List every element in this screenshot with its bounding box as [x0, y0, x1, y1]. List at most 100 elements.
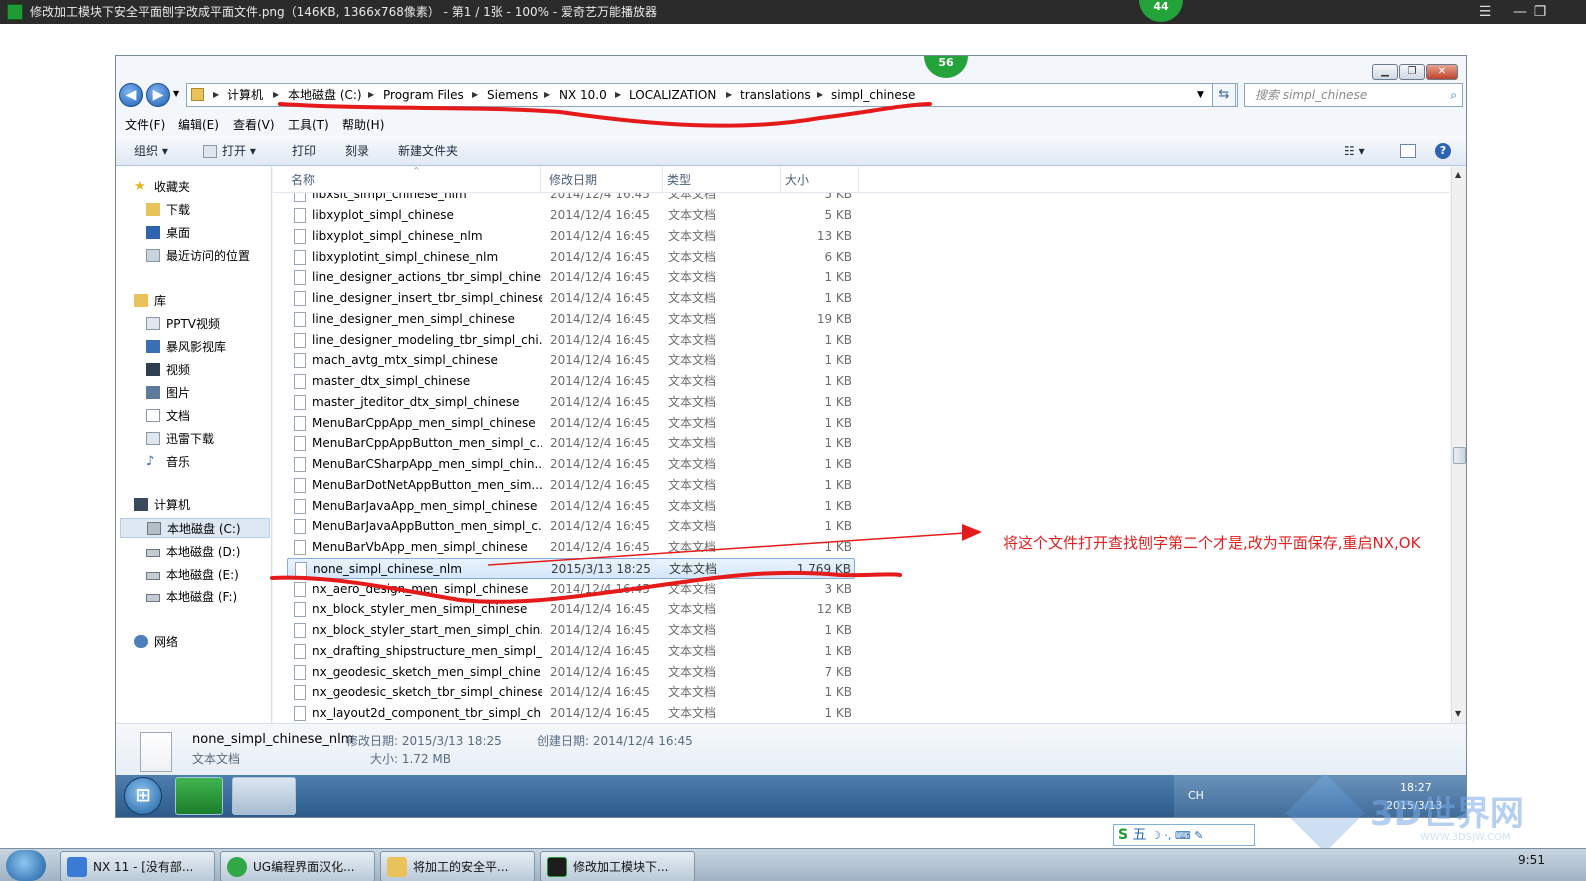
breadcrumb-program-files[interactable]: Program Files: [383, 84, 464, 106]
scroll-up-icon[interactable]: ▲: [1455, 170, 1461, 179]
nav-lib-xunlei[interactable]: 迅雷下载: [146, 429, 214, 449]
recent-pages-dropdown-icon[interactable]: ▼: [173, 89, 179, 98]
nav-drive-d[interactable]: 本地磁盘 (D:): [146, 542, 240, 562]
nav-network[interactable]: 网络: [134, 632, 178, 652]
breadcrumb-nx10[interactable]: NX 10.0: [559, 84, 607, 106]
nav-computer[interactable]: 计算机: [134, 495, 190, 515]
ime-moon-icon[interactable]: ☽ ·, ⌨ ✎: [1151, 829, 1203, 842]
inner-start-button[interactable]: ⊞: [124, 777, 162, 815]
file-row[interactable]: MenuBarVbApp_men_simpl_chinese 2014/12/4 …: [287, 537, 855, 558]
nav-lib-documents[interactable]: 文档: [146, 406, 190, 426]
column-header-size[interactable]: 大小: [781, 167, 859, 193]
breadcrumb-drive-c[interactable]: 本地磁盘 (C:): [288, 84, 362, 106]
file-row[interactable]: mach_avtg_mtx_simpl_chinese 2014/12/4 16:…: [287, 350, 855, 371]
inner-taskbar-app-button[interactable]: [175, 777, 223, 815]
column-header-date[interactable]: 修改日期: [545, 167, 663, 193]
minimize-button[interactable]: ▁: [1372, 64, 1398, 80]
nav-lib-music[interactable]: ♪ 音乐: [146, 452, 190, 472]
print-button[interactable]: 打印: [292, 136, 316, 166]
file-name: nx_layout2d_component_tbr_simpl_ch...: [312, 706, 542, 720]
file-row[interactable]: line_designer_actions_tbr_simpl_chine...…: [287, 267, 855, 288]
taskbar-item-folder[interactable]: 将加工的安全平...: [380, 851, 535, 881]
file-row[interactable]: nx_block_styler_men_simpl_chinese 2014/12…: [287, 599, 855, 620]
menu-help[interactable]: 帮助(H): [342, 114, 384, 136]
breadcrumb-computer[interactable]: 计算机: [227, 84, 263, 106]
file-row[interactable]: MenuBarCppAppButton_men_simpl_c... 2014/1…: [287, 433, 855, 454]
nav-drive-f[interactable]: 本地磁盘 (F:): [146, 587, 237, 607]
inner-tray-lang[interactable]: CH: [1188, 789, 1204, 802]
file-row[interactable]: MenuBarCSharpApp_men_simpl_chin... 2014/1…: [287, 454, 855, 475]
file-list-scrollbar[interactable]: ▲ ▼: [1451, 167, 1466, 723]
file-row[interactable]: none_simpl_chinese_nlm 2015/3/13 18:25 文本文…: [287, 557, 855, 579]
preview-pane-button[interactable]: [1400, 144, 1416, 158]
scrollbar-thumb[interactable]: [1453, 447, 1466, 464]
nav-downloads[interactable]: 下载: [146, 200, 190, 220]
start-button[interactable]: [6, 850, 46, 881]
viewer-menu-button[interactable]: ☰: [1470, 0, 1500, 24]
change-view-button[interactable]: ☷ ▾: [1344, 136, 1365, 166]
file-row[interactable]: nx_layout2d_component_tbr_simpl_ch... 201…: [287, 703, 855, 723]
search-input[interactable]: 搜索 simpl_chinese ⌕: [1244, 83, 1463, 107]
file-row[interactable]: nx_block_styler_start_men_simpl_chin... 2…: [287, 620, 855, 641]
viewer-maximize-button[interactable]: ❐: [1525, 0, 1555, 24]
address-dropdown-icon[interactable]: ▼: [1197, 84, 1204, 106]
menu-file[interactable]: 文件(F): [125, 114, 165, 136]
search-icon[interactable]: ⌕: [1450, 84, 1457, 106]
ime-mode[interactable]: 五: [1133, 827, 1147, 843]
nav-drive-e[interactable]: 本地磁盘 (E:): [146, 565, 239, 585]
address-bar[interactable]: ▶ 计算机 ▶ 本地磁盘 (C:) ▶ Program Files ▶ Siem…: [186, 83, 1238, 107]
inner-taskbar-explorer-button[interactable]: [232, 777, 296, 815]
nav-lib-videos[interactable]: 视频: [146, 360, 190, 380]
file-row[interactable]: libxyplot_simpl_chinese_nlm 2014/12/4 16:…: [287, 226, 855, 247]
nav-libraries[interactable]: 库: [134, 291, 166, 311]
ime-toolbar[interactable]: S 五 ☽ ·, ⌨ ✎: [1113, 824, 1255, 846]
file-row[interactable]: master_dtx_simpl_chinese 2014/12/4 16:45 文…: [287, 371, 855, 392]
menu-edit[interactable]: 编辑(E): [178, 114, 219, 136]
breadcrumb-localization[interactable]: LOCALIZATION: [629, 84, 716, 106]
close-button[interactable]: ✕: [1426, 64, 1458, 80]
new-folder-button[interactable]: 新建文件夹: [398, 136, 458, 166]
file-row[interactable]: nx_aero_design_men_simpl_chinese 2014/12/…: [287, 579, 855, 600]
breadcrumb-simpl-chinese[interactable]: simpl_chinese: [831, 84, 915, 106]
refresh-button[interactable]: ⇆: [1212, 83, 1236, 107]
file-row[interactable]: MenuBarJavaApp_men_simpl_chinese 2014/12/…: [287, 496, 855, 517]
file-row[interactable]: nx_geodesic_sketch_men_simpl_chine... 201…: [287, 662, 855, 683]
help-icon[interactable]: ?: [1435, 143, 1451, 159]
file-row-partial[interactable]: libxslt_simpl_chinese_nlm 2014/12/4 16:4…: [287, 193, 855, 205]
file-row[interactable]: MenuBarJavaAppButton_men_simpl_c... 2014/…: [287, 516, 855, 537]
nav-lib-pptv[interactable]: PPTV视频: [146, 314, 220, 334]
scroll-down-icon[interactable]: ▼: [1455, 709, 1461, 718]
file-row[interactable]: libxyplotint_simpl_chinese_nlm 2014/12/4 …: [287, 247, 855, 268]
restore-button[interactable]: ❐: [1399, 64, 1425, 80]
file-row[interactable]: MenuBarDotNetAppButton_men_sim... 2014/12…: [287, 475, 855, 496]
taskbar-item-nx[interactable]: NX 11 - [没有部...: [60, 851, 215, 881]
menu-tools[interactable]: 工具(T): [288, 114, 329, 136]
file-row[interactable]: nx_geodesic_sketch_tbr_simpl_chinese 2014…: [287, 682, 855, 703]
burn-button[interactable]: 刻录: [345, 136, 369, 166]
file-row[interactable]: line_designer_insert_tbr_simpl_chinese 20…: [287, 288, 855, 309]
breadcrumb-translations[interactable]: translations: [740, 84, 811, 106]
taskbar-item-ug[interactable]: UG编程界面汉化...: [220, 851, 375, 881]
nav-lib-pictures[interactable]: 图片: [146, 383, 190, 403]
file-row[interactable]: MenuBarCppApp_men_simpl_chinese 2014/12/4…: [287, 413, 855, 434]
nav-drive-c[interactable]: 本地磁盘 (C:): [120, 518, 270, 538]
nav-favorites[interactable]: ★ 收藏夹: [134, 177, 190, 197]
forward-button[interactable]: ▶: [146, 83, 170, 107]
nav-desktop[interactable]: 桌面: [146, 223, 190, 243]
taskbar-item-viewer[interactable]: 修改加工模块下...: [540, 851, 695, 881]
file-row[interactable]: nx_drafting_shipstructure_men_simpl_... 2…: [287, 641, 855, 662]
file-row[interactable]: line_designer_men_simpl_chinese 2014/12/4…: [287, 309, 855, 330]
organize-button[interactable]: 组织 ▾: [134, 136, 168, 166]
nav-recent-places-label: 最近访问的位置: [166, 249, 251, 263]
breadcrumb-siemens[interactable]: Siemens: [487, 84, 538, 106]
file-row[interactable]: libxyplot_simpl_chinese 2014/12/4 16:45 文本…: [287, 205, 855, 226]
nav-recent-places[interactable]: 最近访问的位置: [146, 246, 250, 266]
file-row[interactable]: line_designer_modeling_tbr_simpl_chi... 2…: [287, 330, 855, 351]
nav-lib-baofeng[interactable]: 暴风影视库: [146, 337, 226, 357]
file-row[interactable]: master_jteditor_dtx_simpl_chinese 2014/12…: [287, 392, 855, 413]
open-button[interactable]: 打开 ▾: [222, 136, 256, 166]
file-size: 1 KB: [824, 643, 852, 658]
column-header-type[interactable]: 类型: [663, 167, 781, 193]
back-button[interactable]: ◀: [119, 83, 143, 107]
menu-view[interactable]: 查看(V): [233, 114, 275, 136]
